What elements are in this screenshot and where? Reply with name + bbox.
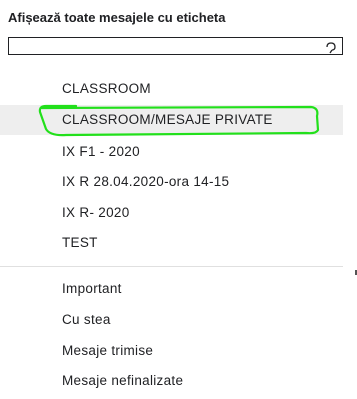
label-item-starred[interactable]: Cu stea bbox=[0, 305, 343, 335]
label-item-text: CLASSROOM/MESAJE PRIVATE bbox=[62, 112, 273, 127]
label-item-classroom-mesaje-private[interactable]: CLASSROOM/MESAJE PRIVATE bbox=[0, 105, 343, 135]
label-item-text: Cu stea bbox=[62, 312, 111, 327]
label-search-input[interactable] bbox=[9, 38, 317, 54]
label-item-important[interactable]: Important bbox=[0, 274, 343, 304]
label-search-box[interactable] bbox=[8, 37, 343, 55]
label-filter-menu: Afișează toate mesajele cu eticheta CLAS… bbox=[0, 0, 357, 399]
label-item-sent[interactable]: Mesaje trimise bbox=[0, 336, 343, 366]
label-item-text: Mesaje trimise bbox=[62, 343, 154, 358]
label-item-drafts[interactable]: Mesaje nefinalizate bbox=[0, 366, 343, 396]
label-item-text: IX R 28.04.2020-ora 14-15 bbox=[62, 174, 230, 189]
label-item-text: IX F1 - 2020 bbox=[62, 144, 140, 159]
label-item-text: TEST bbox=[62, 235, 98, 250]
search-icon[interactable] bbox=[324, 38, 338, 54]
label-item-text: Mesaje nefinalizate bbox=[62, 373, 184, 388]
label-item-classroom[interactable]: CLASSROOM bbox=[0, 74, 343, 104]
label-item-ix-r-2020[interactable]: IX R- 2020 bbox=[0, 198, 343, 228]
label-item-ix-r-28-04-2020[interactable]: IX R 28.04.2020-ora 14-15 bbox=[0, 167, 343, 197]
label-item-text: Important bbox=[62, 281, 122, 296]
label-item-test[interactable]: TEST bbox=[0, 228, 343, 258]
menu-heading: Afișează toate mesajele cu eticheta bbox=[8, 10, 226, 25]
menu-divider bbox=[0, 266, 343, 267]
label-item-text: CLASSROOM bbox=[62, 81, 151, 96]
label-item-ix-f1-2020[interactable]: IX F1 - 2020 bbox=[0, 137, 343, 167]
label-item-text: IX R- 2020 bbox=[62, 205, 130, 220]
